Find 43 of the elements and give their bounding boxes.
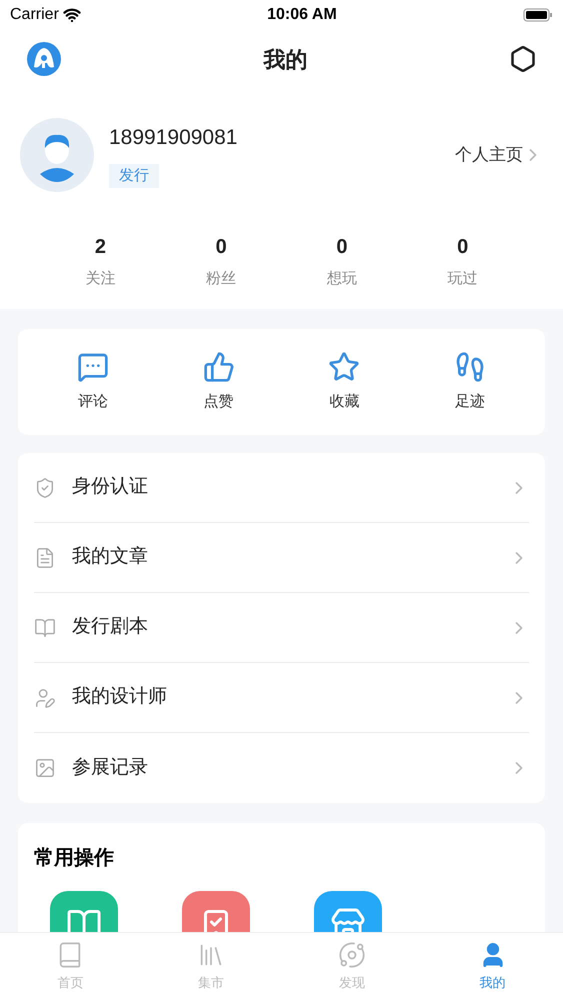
image-icon bbox=[34, 757, 56, 779]
thumbs-up-icon bbox=[202, 350, 235, 382]
menu-item[interactable]: 我的文章 bbox=[34, 523, 529, 593]
settings-icon[interactable] bbox=[509, 45, 537, 73]
open-book-icon bbox=[34, 616, 56, 638]
menu-item[interactable]: 发行剧本 bbox=[34, 593, 529, 663]
profile-link[interactable]: 个人主页 bbox=[455, 142, 543, 168]
action-button[interactable]: 收藏 bbox=[282, 350, 408, 413]
shield-check-icon bbox=[34, 476, 56, 498]
section-title: 常用操作 bbox=[34, 846, 115, 871]
battery-icon bbox=[522, 8, 553, 22]
menu-label: 身份认证 bbox=[72, 475, 149, 500]
role-tag: 发行 bbox=[109, 164, 159, 188]
stat-value: 0 bbox=[216, 235, 227, 260]
footprint-icon bbox=[454, 350, 486, 382]
menu-label: 参展记录 bbox=[72, 756, 149, 780]
person-pen-icon bbox=[34, 686, 56, 708]
menu-item[interactable]: 我的设计师 bbox=[34, 663, 529, 733]
stat-label: 玩过 bbox=[448, 269, 478, 289]
stat-value: 0 bbox=[457, 235, 468, 260]
planet-icon bbox=[338, 940, 366, 969]
logo-icon[interactable] bbox=[26, 41, 62, 77]
status-time: 10:06 AM bbox=[267, 5, 337, 25]
action-button[interactable]: 点赞 bbox=[156, 350, 282, 413]
document-icon bbox=[34, 546, 56, 568]
menu-label: 发行剧本 bbox=[72, 615, 149, 640]
stat-label: 粉丝 bbox=[206, 269, 236, 289]
menu-item[interactable]: 参展记录 bbox=[34, 733, 529, 803]
chat-bubble-icon bbox=[76, 350, 109, 382]
action-button[interactable]: 评论 bbox=[30, 350, 156, 413]
stat-label: 想玩 bbox=[326, 269, 357, 289]
carrier-label: Carrier bbox=[10, 5, 59, 25]
menu-item[interactable]: 身份认证 bbox=[34, 453, 529, 523]
user-name: 18991909081 bbox=[109, 125, 238, 151]
star-icon bbox=[328, 350, 360, 382]
stat-value: 2 bbox=[94, 235, 106, 260]
stat-value: 0 bbox=[336, 235, 348, 260]
menu-label: 我的文章 bbox=[72, 545, 149, 570]
menu-label: 我的设计师 bbox=[72, 685, 168, 710]
stat-label: 关注 bbox=[85, 269, 116, 289]
wifi-icon bbox=[62, 6, 81, 24]
page-title: 我的 bbox=[264, 46, 308, 74]
action-button[interactable]: 足迹 bbox=[407, 350, 533, 413]
